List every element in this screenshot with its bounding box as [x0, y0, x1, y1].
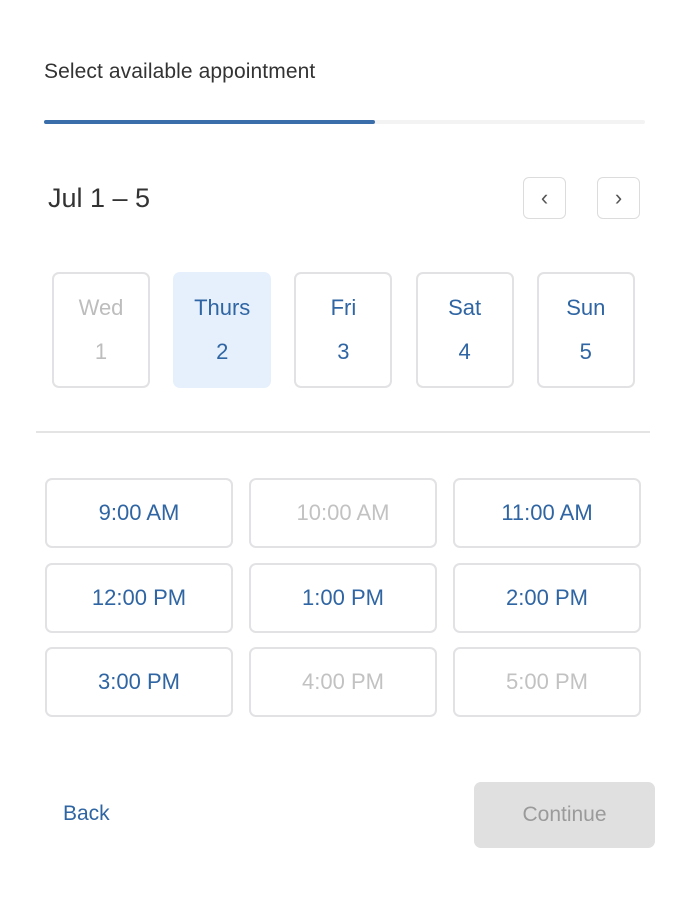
time-slot: 10:00 AM	[249, 478, 437, 548]
day-date: 3	[337, 339, 350, 364]
chevron-left-icon: ‹	[540, 185, 549, 210]
day-sat[interactable]: Sat 4	[415, 272, 514, 388]
day-date: 1	[94, 339, 108, 364]
day-date: 5	[579, 339, 592, 364]
divider	[36, 431, 650, 433]
date-range: Jul 1 – 5	[48, 183, 151, 213]
time-slot[interactable]: 1:00 PM	[249, 562, 437, 633]
day-sun[interactable]: Sun 5	[536, 272, 635, 388]
day-date: 2	[216, 339, 229, 364]
chevron-right-icon: ›	[614, 185, 623, 210]
time-slot[interactable]: 12:00 PM	[45, 562, 233, 633]
progress-fill	[44, 120, 375, 124]
back-button[interactable]: Back	[63, 802, 110, 826]
page-title: Select available appointment	[44, 60, 316, 83]
day-name: Sat	[448, 295, 482, 320]
day-name: Thurs	[194, 295, 251, 320]
day-name: Sun	[566, 295, 606, 320]
day-thurs[interactable]: Thurs 2	[173, 272, 272, 388]
time-slot[interactable]: 11:00 AM	[453, 478, 641, 548]
day-name: Fri	[330, 295, 357, 320]
time-slot[interactable]: 3:00 PM	[45, 647, 233, 717]
time-slot[interactable]: 9:00 AM	[45, 478, 233, 548]
prev-week-button[interactable]: ‹	[523, 177, 566, 219]
next-week-button[interactable]: ›	[597, 177, 640, 219]
day-fri[interactable]: Fri 3	[294, 272, 393, 388]
time-slot[interactable]: 2:00 PM	[453, 562, 641, 633]
day-name: Wed	[78, 295, 124, 320]
day-wed: Wed 1	[52, 272, 150, 388]
time-slot: 4:00 PM	[249, 647, 437, 717]
continue-button[interactable]: Continue	[474, 782, 655, 848]
time-slot: 5:00 PM	[453, 647, 641, 717]
day-date: 4	[458, 339, 471, 364]
